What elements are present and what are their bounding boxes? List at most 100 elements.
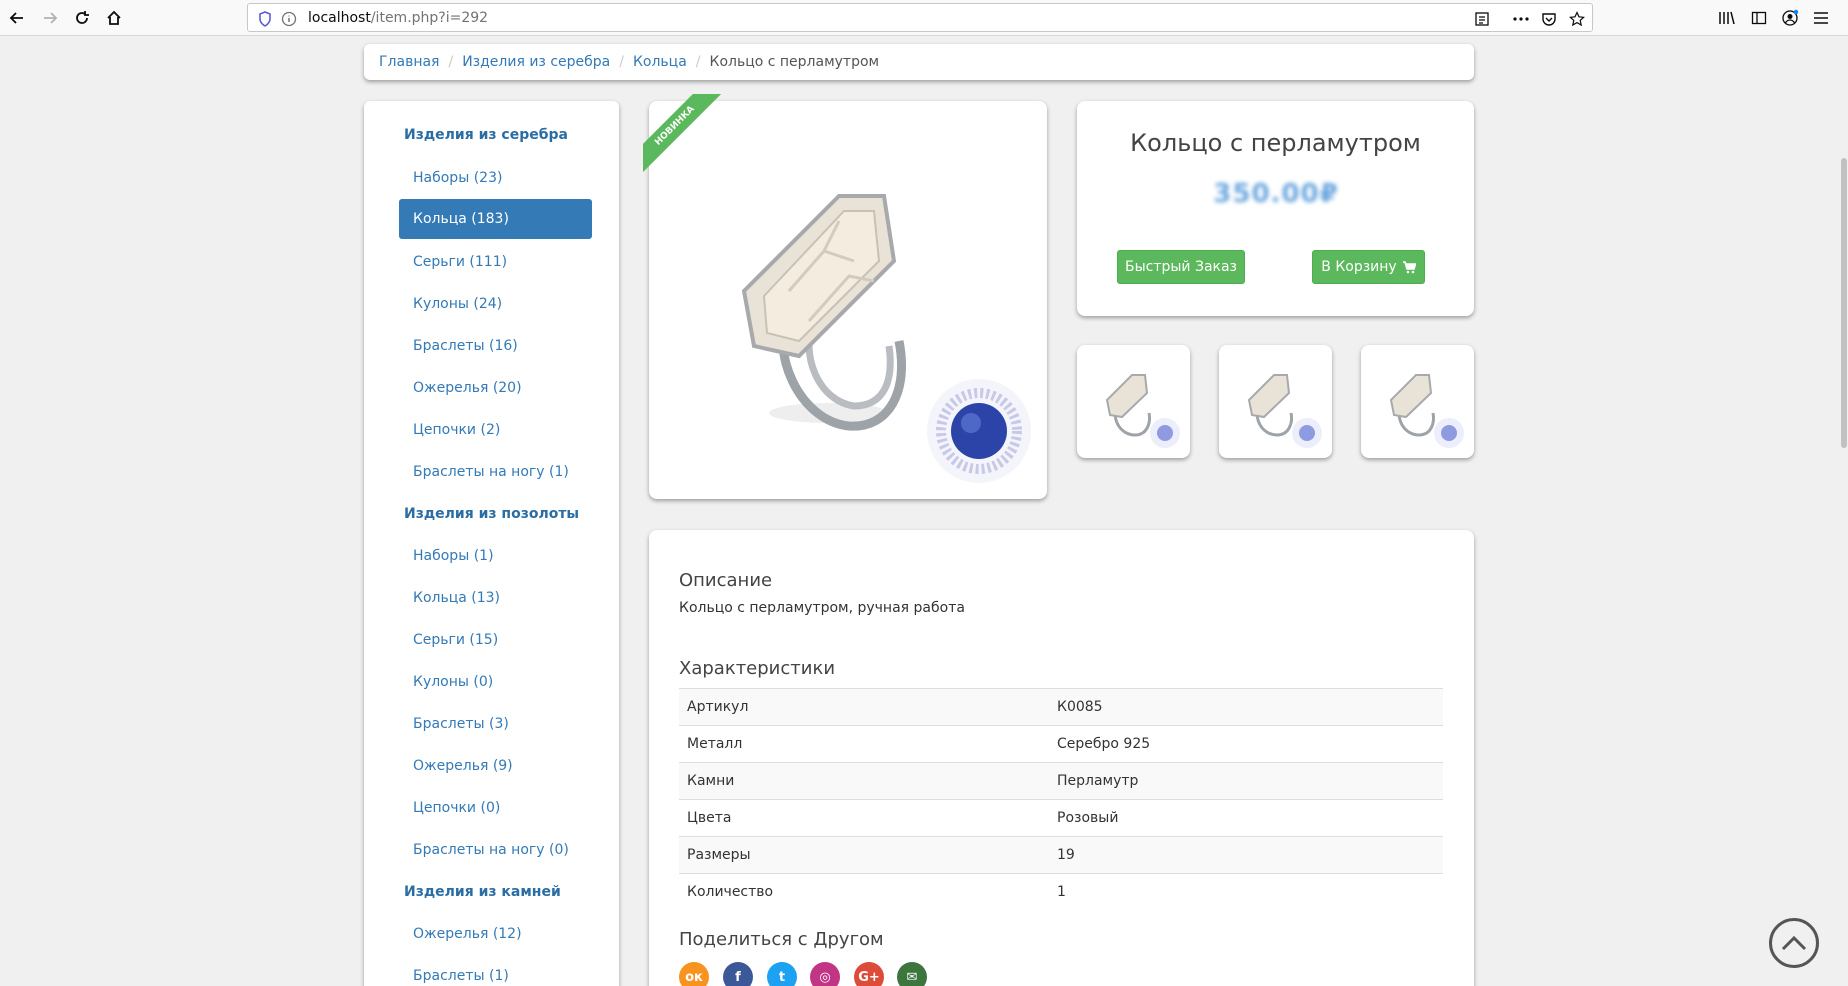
sidebar-item-silver-necklaces[interactable]: Ожерелья (20)	[399, 368, 592, 408]
forward-arrow-icon	[44, 12, 58, 24]
ring-thumbnail-image	[1105, 374, 1180, 448]
sidebar-item-silver-sets[interactable]: Наборы (23)	[399, 158, 592, 198]
instagram-glyph: ◎	[819, 969, 831, 985]
page-scrollbar[interactable]	[1840, 36, 1848, 986]
spec-value: К0085	[1057, 699, 1103, 715]
table-row: Размеры 19	[679, 836, 1443, 874]
add-to-cart-button[interactable]: В Корзину	[1312, 250, 1425, 284]
sidebar-item-silver-rings[interactable]: Кольца (183)	[399, 199, 592, 239]
email-icon[interactable]: ✉	[897, 962, 927, 986]
table-row: Артикул К0085	[679, 688, 1443, 726]
sidebar-item-gilded-pendants[interactable]: Кулоны (0)	[399, 662, 592, 702]
account-icon[interactable]	[1781, 9, 1799, 27]
sidebar-item-gilded-rings[interactable]: Кольца (13)	[399, 578, 592, 618]
ring-thumbnail-image	[1247, 374, 1322, 448]
thumbnail-2[interactable]	[1219, 345, 1332, 458]
breadcrumb-separator: /	[619, 54, 624, 70]
pocket-icon[interactable]	[1540, 10, 1558, 28]
breadcrumb-rings[interactable]: Кольца	[633, 54, 687, 70]
description-heading: Описание	[679, 570, 773, 591]
shield-icon[interactable]	[256, 10, 274, 28]
sidebar-group-stones[interactable]: Изделия из камней	[404, 872, 597, 912]
sidebar-item-gilded-anklets[interactable]: Браслеты на ногу (0)	[399, 830, 592, 870]
breadcrumb-separator: /	[695, 54, 701, 70]
sidebar-item-stones-bracelets[interactable]: Браслеты (1)	[399, 956, 592, 986]
specs-table: Артикул К0085 Металл Серебро 925 Камни Перл…	[679, 688, 1443, 911]
sidebar-item-gilded-necklaces[interactable]: Ожерелья (9)	[399, 746, 592, 786]
quick-order-button[interactable]: Быстрый Заказ	[1117, 250, 1245, 284]
product-title: Кольцо с перламутром	[1130, 129, 1421, 157]
url-bar[interactable]: localhost/item.php?i=292	[247, 3, 1593, 32]
back-arrow-icon	[9, 12, 23, 24]
product-info-panel: Кольцо с перламутром 350.00₽ Быстрый Зак…	[1077, 101, 1474, 316]
sidebar-item-silver-chains[interactable]: Цепочки (2)	[399, 410, 592, 450]
quick-order-label: Быстрый Заказ	[1124, 259, 1238, 275]
forward-button[interactable]	[36, 4, 64, 32]
spec-key: Металл	[687, 736, 743, 752]
odnoklassniki-icon[interactable]: ок	[679, 962, 709, 986]
product-price: 350.00₽	[1213, 179, 1339, 209]
spec-value: Розовый	[1057, 810, 1119, 826]
google-plus-glyph: G+	[858, 969, 880, 985]
sidebar-item-stones-necklaces[interactable]: Ожерелья (12)	[399, 914, 592, 954]
odnoklassniki-glyph: ок	[685, 969, 703, 985]
chevron-up-icon	[1781, 935, 1807, 951]
specs-heading: Характеристики	[679, 658, 836, 679]
spec-key: Камни	[687, 773, 735, 789]
spec-value: Серебро 925	[1057, 736, 1151, 752]
category-sidebar: Изделия из серебра Наборы (23) Кольца (1…	[364, 101, 619, 986]
reader-view-icon[interactable]	[1473, 10, 1491, 28]
table-row: Металл Серебро 925	[679, 725, 1443, 763]
google-plus-icon[interactable]: G+	[854, 962, 884, 986]
spec-key: Количество	[687, 884, 774, 901]
back-button[interactable]	[3, 4, 31, 32]
email-glyph: ✉	[906, 969, 918, 985]
sidebar-item-silver-anklets[interactable]: Браслеты на ногу (1)	[399, 452, 592, 492]
sidebar-item-silver-pendants[interactable]: Кулоны (24)	[399, 284, 592, 324]
sidebar-group-silver[interactable]: Изделия из серебра	[404, 115, 597, 155]
scrollbar-thumb[interactable]	[1841, 158, 1847, 448]
home-button[interactable]	[100, 4, 128, 32]
facebook-icon[interactable]: f	[723, 962, 753, 986]
add-to-cart-label: В Корзину	[1321, 259, 1397, 275]
spec-key: Размеры	[687, 847, 751, 863]
spec-key: Цвета	[687, 810, 732, 826]
spec-key: Артикул	[687, 699, 749, 715]
info-icon[interactable]	[280, 10, 298, 28]
sidebar-item-silver-bracelets[interactable]: Браслеты (16)	[399, 326, 592, 366]
new-badge-label: НОВИНКА	[643, 94, 723, 174]
bookmark-star-icon[interactable]	[1568, 10, 1586, 28]
ring-thumbnail-image	[1389, 374, 1464, 448]
sidebar-item-gilded-sets[interactable]: Наборы (1)	[399, 536, 592, 576]
library-icon[interactable]	[1718, 9, 1736, 27]
breadcrumb-separator: /	[448, 54, 454, 70]
breadcrumb: Главная / Изделия из серебра / Кольца / …	[364, 44, 1474, 80]
browser-toolbar: localhost/item.php?i=292	[0, 0, 1848, 36]
reload-icon	[76, 11, 89, 24]
sidebar-item-silver-earrings[interactable]: Серьги (111)	[399, 242, 592, 282]
breadcrumb-silver[interactable]: Изделия из серебра	[462, 54, 610, 70]
reload-button[interactable]	[68, 4, 96, 32]
table-row: Количество 1	[679, 873, 1443, 911]
more-actions-icon[interactable]	[1512, 10, 1530, 28]
breadcrumb-current: Кольцо с перламутром	[709, 54, 880, 70]
breadcrumb-home[interactable]: Главная	[379, 54, 439, 70]
instagram-icon[interactable]: ◎	[810, 962, 840, 986]
thumbnail-1[interactable]	[1077, 345, 1190, 458]
twitter-icon[interactable]: t	[767, 962, 797, 986]
url-host: localhost	[308, 10, 371, 26]
menu-icon[interactable]	[1812, 9, 1830, 27]
description-panel: Описание Кольцо с перламутром, ручная ра…	[649, 530, 1474, 986]
sidebar-toggle-icon[interactable]	[1750, 9, 1768, 27]
sidebar-group-gilded[interactable]: Изделия из позолоты	[404, 494, 597, 534]
share-heading: Поделиться с Другом	[679, 929, 884, 950]
sidebar-item-gilded-chains[interactable]: Цепочки (0)	[399, 788, 592, 828]
scroll-to-top-button[interactable]	[1769, 918, 1819, 968]
cart-icon	[1402, 260, 1416, 273]
thumbnail-3[interactable]	[1361, 345, 1474, 458]
url-text: localhost/item.php?i=292	[308, 10, 488, 26]
twitter-glyph: t	[778, 969, 786, 985]
sidebar-item-gilded-earrings[interactable]: Серьги (15)	[399, 620, 592, 660]
facebook-glyph: f	[735, 969, 741, 985]
sidebar-item-gilded-bracelets[interactable]: Браслеты (3)	[399, 704, 592, 744]
